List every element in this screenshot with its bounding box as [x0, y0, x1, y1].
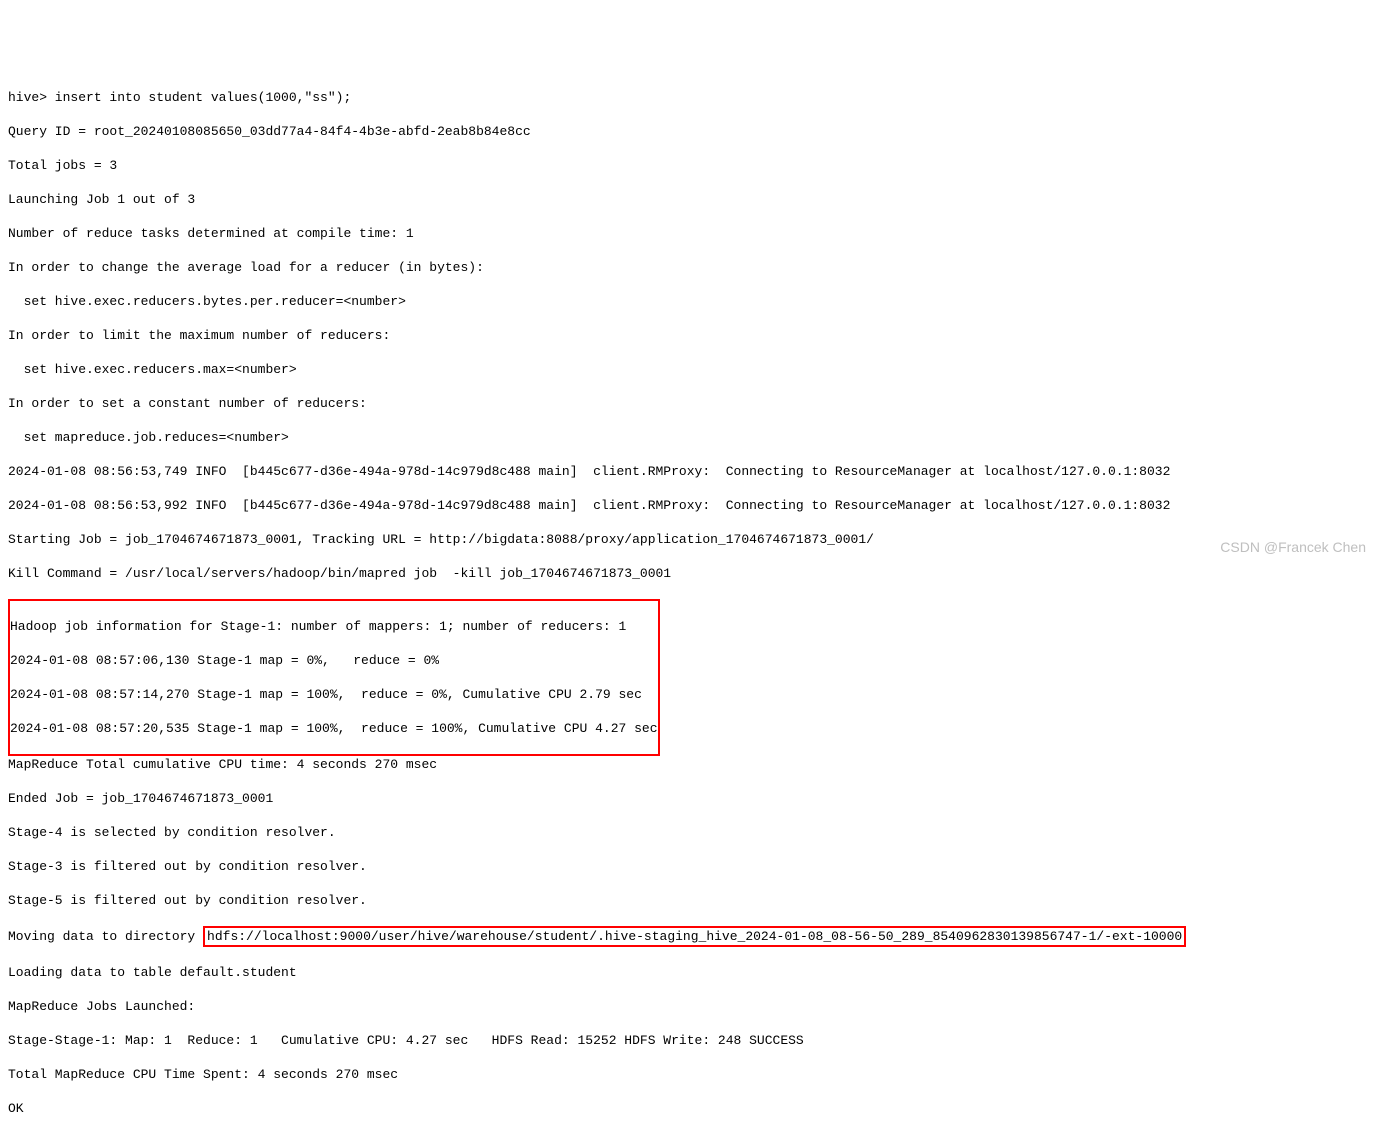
- launching-job: Launching Job 1 out of 3: [8, 191, 1370, 208]
- rm-proxy-log-1: 2024-01-08 08:56:53,749 INFO [b445c677-d…: [8, 463, 1370, 480]
- stage-4-status: Stage-4 is selected by condition resolve…: [8, 824, 1370, 841]
- watermark-text: CSDN @Francek Chen: [1220, 539, 1366, 556]
- stage-progress-2: 2024-01-08 08:57:14,270 Stage-1 map = 10…: [10, 686, 658, 703]
- stage-progress-1: 2024-01-08 08:57:06,130 Stage-1 map = 0%…: [10, 652, 658, 669]
- total-jobs: Total jobs = 3: [8, 157, 1370, 174]
- reducer-bytes-setting: set hive.exec.reducers.bytes.per.reducer…: [8, 293, 1370, 310]
- stage-summary: Stage-Stage-1: Map: 1 Reduce: 1 Cumulati…: [8, 1032, 1370, 1049]
- reducer-avg-load: In order to change the average load for …: [8, 259, 1370, 276]
- moving-data-line: Moving data to directory hdfs://localhos…: [8, 926, 1370, 947]
- stage-5-status: Stage-5 is filtered out by condition res…: [8, 892, 1370, 909]
- ended-job: Ended Job = job_1704674671873_0001: [8, 790, 1370, 807]
- ok-status: OK: [8, 1100, 1370, 1117]
- starting-job: Starting Job = job_1704674671873_0001, T…: [8, 531, 1370, 548]
- stage-progress-3: 2024-01-08 08:57:20,535 Stage-1 map = 10…: [10, 720, 658, 737]
- kill-command: Kill Command = /usr/local/servers/hadoop…: [8, 565, 1370, 582]
- reduce-tasks: Number of reduce tasks determined at com…: [8, 225, 1370, 242]
- rm-proxy-log-2: 2024-01-08 08:56:53,992 INFO [b445c677-d…: [8, 497, 1370, 514]
- job-reduces-setting: set mapreduce.job.reduces=<number>: [8, 429, 1370, 446]
- hdfs-path-highlight: hdfs://localhost:9000/user/hive/warehous…: [203, 926, 1186, 947]
- query-id: Query ID = root_20240108085650_03dd77a4-…: [8, 123, 1370, 140]
- cumulative-cpu: MapReduce Total cumulative CPU time: 4 s…: [8, 756, 1370, 773]
- reducers-max-setting: set hive.exec.reducers.max=<number>: [8, 361, 1370, 378]
- jobs-launched: MapReduce Jobs Launched:: [8, 998, 1370, 1015]
- stage-progress-highlight: Hadoop job information for Stage-1: numb…: [8, 599, 660, 756]
- hadoop-job-info: Hadoop job information for Stage-1: numb…: [10, 618, 658, 635]
- constant-reducers: In order to set a constant number of red…: [8, 395, 1370, 412]
- loading-data: Loading data to table default.student: [8, 964, 1370, 981]
- moving-data-prefix: Moving data to directory: [8, 929, 203, 944]
- terminal-output: hive> insert into student values(1000,"s…: [8, 72, 1370, 1124]
- limit-reducers: In order to limit the maximum number of …: [8, 327, 1370, 344]
- total-cpu-time: Total MapReduce CPU Time Spent: 4 second…: [8, 1066, 1370, 1083]
- stage-3-status: Stage-3 is filtered out by condition res…: [8, 858, 1370, 875]
- hive-command: hive> insert into student values(1000,"s…: [8, 89, 1370, 106]
